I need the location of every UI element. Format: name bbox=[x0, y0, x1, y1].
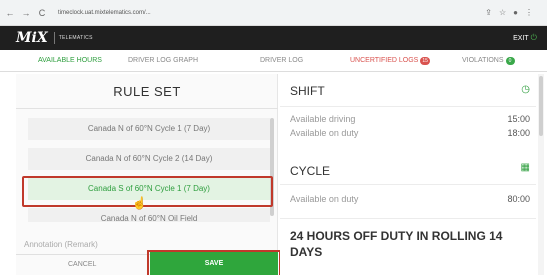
share-icon[interactable]: ⇪ bbox=[485, 8, 492, 17]
available-driving-label: Available driving bbox=[290, 114, 356, 124]
browser-toolbar: ← → C timeclock.uat.mixtelematics.com/..… bbox=[0, 0, 547, 26]
tab-violations[interactable]: VIOLATIONS 0 bbox=[462, 57, 515, 65]
app-header: MiX TELEMATICS EXIT ⏻ bbox=[0, 26, 547, 50]
tab-driver-log-graph[interactable]: DRIVER LOG GRAPH bbox=[128, 57, 198, 64]
back-icon[interactable]: ← bbox=[4, 6, 16, 20]
page-scrollbar-thumb[interactable] bbox=[539, 76, 543, 136]
mix-logo: MiX bbox=[16, 30, 48, 46]
address-bar[interactable]: timeclock.uat.mixtelematics.com/... bbox=[58, 10, 485, 16]
rule-set-title: RULE SET bbox=[113, 84, 181, 99]
clock-icon: ◷ bbox=[521, 84, 530, 95]
reload-icon[interactable]: C bbox=[36, 6, 48, 20]
divider bbox=[280, 184, 536, 185]
rolling-14-days-title: 24 HOURS OFF DUTY IN ROLLING 14 DAYS bbox=[290, 229, 503, 259]
profile-icon[interactable]: ● bbox=[513, 8, 518, 17]
divider bbox=[16, 108, 278, 109]
divider bbox=[280, 218, 536, 219]
rule-set-item[interactable]: Canada N of 60°N Cycle 2 (14 Day) bbox=[28, 148, 270, 170]
tab-available-hours[interactable]: AVAILABLE HOURS bbox=[38, 57, 102, 64]
available-on-duty-value: 18:00 bbox=[507, 128, 530, 138]
exit-label: EXIT bbox=[513, 34, 529, 42]
shift-title: SHIFT bbox=[290, 84, 325, 98]
rule-set-panel: RULE SET Canada N of 60°N Cycle 1 (7 Day… bbox=[16, 74, 278, 275]
menu-icon[interactable]: ⋮ bbox=[525, 8, 533, 17]
available-hours-panel: SHIFT ◷ Available driving 15:00 Availabl… bbox=[280, 74, 536, 275]
selection-highlight bbox=[22, 176, 273, 207]
cycle-available-on-duty-value: 80:00 bbox=[507, 194, 530, 204]
annotation-field[interactable]: Annotation (Remark) bbox=[24, 240, 98, 249]
violations-count-badge: 0 bbox=[505, 57, 515, 65]
power-icon: ⏻ bbox=[530, 33, 537, 42]
uncertified-count-badge: 15 bbox=[420, 57, 430, 65]
forward-icon[interactable]: → bbox=[20, 6, 32, 20]
tab-bar: AVAILABLE HOURS DRIVER LOG GRAPH DRIVER … bbox=[0, 50, 547, 72]
tab-driver-log[interactable]: DRIVER LOG bbox=[260, 57, 303, 64]
tab-uncertified-logs[interactable]: UNCERTIFIED LOGS 15 bbox=[350, 57, 430, 65]
cycle-available-on-duty-label: Available on duty bbox=[290, 194, 359, 204]
rule-set-item[interactable]: Canada N of 60°N Oil Field bbox=[28, 208, 270, 222]
available-on-duty-label: Available on duty bbox=[290, 128, 359, 138]
tab-violations-label: VIOLATIONS bbox=[462, 57, 504, 64]
exit-button[interactable]: EXIT ⏻ bbox=[513, 33, 537, 43]
hand-cursor-icon: ☝ bbox=[132, 196, 147, 210]
cycle-title: CYCLE bbox=[290, 164, 331, 178]
calendar-icon: ▦ bbox=[520, 162, 530, 173]
save-button[interactable]: SAVE bbox=[150, 252, 278, 275]
tab-uncertified-logs-label: UNCERTIFIED LOGS bbox=[350, 57, 419, 64]
star-icon[interactable]: ☆ bbox=[499, 8, 506, 17]
divider bbox=[280, 106, 536, 107]
cancel-button[interactable]: CANCEL bbox=[68, 261, 96, 268]
logo-divider bbox=[53, 32, 55, 44]
brand-text: TELEMATICS bbox=[58, 35, 93, 41]
available-driving-value: 15:00 bbox=[507, 114, 530, 124]
rule-set-item[interactable]: Canada N of 60°N Cycle 1 (7 Day) bbox=[28, 118, 270, 140]
